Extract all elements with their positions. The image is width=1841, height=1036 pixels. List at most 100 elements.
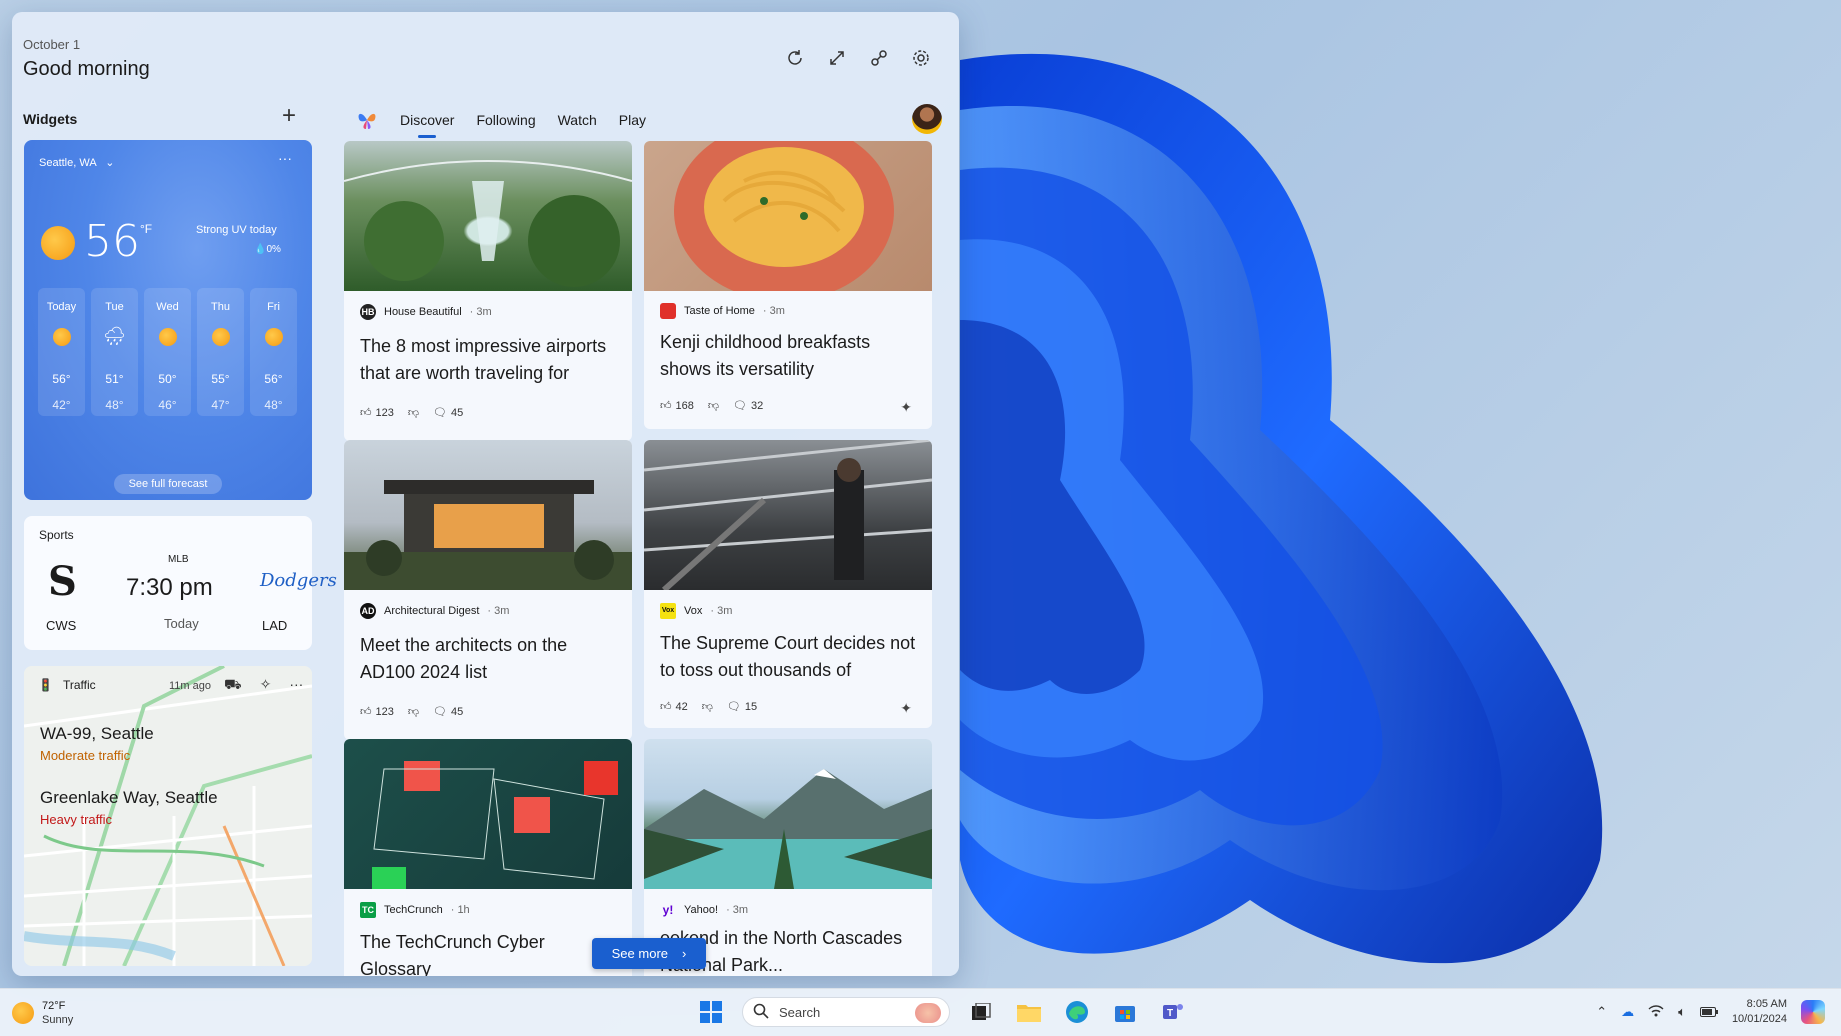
greeting-date: October 1 [23,37,81,52]
dislike-button[interactable]: 👎︎ [708,399,719,412]
tab-watch[interactable]: Watch [558,112,597,128]
warehouse-image [644,440,932,590]
mountain-lake-image [644,739,932,889]
forecast-day-name: Fri [267,301,280,313]
clock-date: 10/01/2024 [1731,1013,1787,1025]
weather-widget[interactable]: Seattle, WA ⌄ ··· 56 °F Strong UV today … [24,140,312,500]
tab-following[interactable]: Following [476,112,535,128]
dislike-button[interactable]: 👎︎ [702,700,713,713]
wifi-icon[interactable] [1648,1004,1664,1021]
file-explorer-button[interactable] [1012,995,1046,1029]
more-options-icon[interactable]: ··· [278,150,292,166]
comment-icon: 🗨︎ [733,400,747,412]
tab-play[interactable]: Play [619,112,646,128]
see-full-forecast-button[interactable]: See full forecast [114,474,222,494]
like-button[interactable]: 👍︎ 123 [360,705,394,719]
avatar[interactable] [912,104,942,134]
onedrive-icon[interactable]: ☁ [1621,1004,1634,1020]
sparkle-icon[interactable]: ✦ [900,700,912,717]
white-sox-logo-icon: S [48,558,77,605]
comment-button[interactable]: 🗨︎ 32 [733,399,763,413]
news-card[interactable]: AD Architectural Digest · 3m Meet the arch… [344,440,632,740]
butterfly-logo-icon[interactable] [356,109,378,131]
sparkle-icon[interactable]: ✦ [900,399,912,416]
card-title[interactable]: The TechCrunch Cyber Glossary [360,929,618,976]
forecast-low: 47° [211,398,230,412]
edge-button[interactable] [1060,995,1094,1029]
route-status: Heavy traffic [40,812,113,827]
forecast-list: Today 56° 42° Tue 🌧 51° 48° Wed 50° 46° … [38,288,297,416]
traffic-light-icon: 🚦 [38,678,53,692]
like-button[interactable]: 👍︎ 42 [660,700,688,714]
sun-icon [53,328,71,346]
weather-location[interactable]: Seattle, WA ⌄ [39,156,114,169]
comment-button[interactable]: 🗨︎ 45 [433,705,463,719]
store-button[interactable] [1108,995,1142,1029]
card-title[interactable]: The Supreme Court decides not to toss ou… [660,630,918,684]
start-button[interactable] [694,995,728,1029]
system-tray: ⌃ ☁ 🔈︎ 8:05 AM 10/01/2024 [1596,997,1825,1027]
see-more-button[interactable]: See more › [592,938,706,969]
forecast-low: 48° [105,398,124,412]
news-card[interactable]: TC TechCrunch · 1h The TechCrunch Cyber Gl… [344,739,632,976]
task-view-button[interactable] [964,995,998,1029]
volume-icon[interactable]: 🔈︎ [1678,1004,1686,1020]
comment-icon: 🗨︎ [433,706,447,718]
taskbar-clock[interactable]: 8:05 AM 10/01/2024 [1732,997,1787,1027]
route-name: WA-99, Seattle [40,724,154,743]
expand-icon[interactable] [827,48,847,68]
sports-widget[interactable]: Sports S MLB 7:30 pm Today Dodgers CWS L… [24,516,337,650]
traffic-widget[interactable]: 🚦 Traffic 11m ago ⛟ ✧ ··· WA-99, Seattle… [24,666,312,966]
comment-button[interactable]: 🗨︎ 15 [727,700,757,714]
airport-garden-image [344,141,632,291]
news-card[interactable]: Taste of Home · 3m Kenji childhood breakf… [644,141,932,429]
add-widget-button[interactable]: + [282,104,296,128]
thumbs-up-icon: 👍︎ [660,701,672,713]
dislike-button[interactable]: 👎︎ [408,406,419,419]
taskbar: 72°F Sunny Search T ⌃ ☁ 🔈︎ 8:05 AM 10/01… [0,988,1841,1036]
card-title[interactable]: Meet the architects on the AD100 2024 li… [360,632,618,686]
chevron-up-icon[interactable]: ⌃ [1596,1004,1607,1020]
teams-button[interactable]: T [1156,995,1190,1029]
task-view-icon [972,1003,991,1020]
taskbar-search[interactable]: Search [742,997,950,1027]
copilot-icon[interactable] [1801,1000,1825,1024]
search-highlight-icon [915,1003,941,1023]
forecast-low: 42° [52,398,71,412]
dislike-button[interactable]: 👎︎ [408,705,419,718]
pin-icon[interactable]: ✧ [260,676,272,695]
card-source: AD Architectural Digest · 3m [360,603,510,619]
game-day: Today [164,616,199,631]
share-icon[interactable] [869,48,889,68]
sun-icon [265,328,283,346]
forecast-day-name: Thu [211,301,230,313]
taskbar-weather-button[interactable]: 72°F Sunny [12,995,132,1031]
weather-note: Strong UV today [196,224,277,236]
battery-icon[interactable] [1699,1005,1718,1020]
forecast-day: Today 56° 42° [38,288,85,416]
thumbs-down-icon: 👎︎ [407,407,420,419]
card-title[interactable]: The 8 most impressive airports that are … [360,333,618,387]
current-temperature: 56 [84,216,140,267]
news-card[interactable]: HB House Beautiful · 3m The 8 most impress… [344,141,632,441]
clock-time: 8:05 AM [1746,998,1787,1010]
card-actions: 👍︎ 168 👎︎ 🗨︎ 32 [660,399,763,413]
card-actions: 👍︎ 42 👎︎ 🗨︎ 15 [660,700,757,714]
like-button[interactable]: 👍︎ 168 [660,399,694,413]
card-title[interactable]: Kenji childhood breakfasts shows its ver… [660,329,918,383]
tab-discover[interactable]: Discover [400,112,454,138]
news-card[interactable]: Vox Vox · 3m The Supreme Court decides not… [644,440,932,728]
traffic-label: Traffic [62,678,96,692]
rain-cloud-icon: 🌧 [103,326,126,346]
traffic-header: 🚦 Traffic [38,678,96,692]
thumbs-up-icon: 👍︎ [660,400,672,412]
thumbs-up-icon: 👍︎ [360,706,372,718]
taskbar-temp: 72°F [42,1000,66,1012]
car-icon[interactable]: ⛟ [224,676,242,695]
forecast-high: 50° [158,372,177,386]
more-options-icon[interactable]: ··· [289,676,303,695]
comment-button[interactable]: 🗨︎ 45 [433,406,463,420]
settings-icon[interactable] [911,48,931,68]
like-button[interactable]: 👍︎ 123 [360,406,394,420]
refresh-icon[interactable] [785,48,805,68]
